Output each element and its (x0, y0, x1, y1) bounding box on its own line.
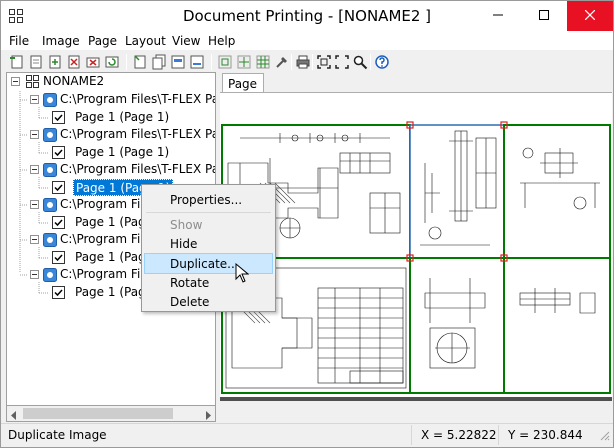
scroll-thumb[interactable] (23, 408, 173, 419)
image-file-icon (43, 128, 57, 142)
menu-item-properties[interactable]: Properties... (170, 193, 242, 207)
image-file-icon (43, 268, 57, 282)
menu-separator (146, 212, 271, 213)
status-divider (498, 425, 499, 445)
close-icon (584, 9, 596, 23)
status-message: Duplicate Image (8, 428, 107, 442)
tree-root-label[interactable]: NONAME2 (43, 74, 104, 92)
tree-horizontal-scrollbar[interactable] (6, 405, 216, 422)
checkbox-icon[interactable] (52, 251, 65, 264)
minimize-icon (493, 9, 503, 23)
status-x-coordinate: X = 5.22822 (421, 428, 497, 442)
menu-page[interactable]: Page (88, 34, 117, 48)
checkbox-icon[interactable] (52, 111, 65, 124)
checkbox-icon[interactable] (52, 181, 65, 194)
menu-help[interactable]: Help (208, 34, 235, 48)
tree-image-item[interactable]: C:\Program Files\T-FLEX Parar (60, 92, 215, 110)
menu-file[interactable]: File (9, 34, 29, 48)
minimize-button[interactable] (475, 1, 521, 31)
tree-page-item[interactable]: Page 1 (Page 1) (75, 110, 169, 128)
auto-layout-icon[interactable] (236, 54, 252, 70)
menu-view[interactable]: View (172, 34, 200, 48)
tree-image-item[interactable]: C:\Program Files\T-FLEX Parar (60, 127, 215, 145)
menu-image[interactable]: Image (42, 34, 80, 48)
add-page-icon[interactable] (28, 54, 44, 70)
cursor-icon (235, 262, 250, 286)
title-bar: Document Printing - [NONAME2 ] (1, 1, 613, 31)
sheet-region (409, 257, 505, 394)
toolbar-separator (312, 54, 313, 70)
document-icon (26, 75, 40, 89)
checkbox-icon[interactable] (52, 286, 65, 299)
tree-image-item[interactable]: C:\Program Files\T-FLEX Parar (60, 162, 215, 180)
image-file-icon (43, 233, 57, 247)
group-expander[interactable] (30, 200, 39, 209)
toolbar-separator (291, 54, 292, 70)
arrange-icon[interactable] (217, 54, 233, 70)
help-icon[interactable] (374, 54, 390, 70)
menu-item-show-disabled: Show (170, 218, 203, 232)
status-bar: Duplicate Image X = 5.22822 Y = 230.844 (1, 423, 613, 447)
root-expander[interactable] (11, 77, 20, 86)
delete-image-icon[interactable] (85, 54, 101, 70)
toolbar (1, 51, 613, 73)
checkbox-icon[interactable] (52, 146, 65, 159)
group-expander[interactable] (30, 130, 39, 139)
image-file-icon (43, 93, 57, 107)
zoom-icon[interactable] (352, 54, 368, 70)
sheet-region (503, 257, 611, 394)
insert-page-icon[interactable] (47, 54, 63, 70)
menu-item-duplicate[interactable]: Duplicate... (170, 257, 239, 271)
fit-page-icon[interactable] (334, 54, 350, 70)
layout-preview (220, 93, 612, 422)
fit-window-icon[interactable] (316, 54, 332, 70)
group-expander[interactable] (30, 235, 39, 244)
page-canvas[interactable] (220, 92, 612, 422)
refresh-icon[interactable] (104, 54, 120, 70)
add-image-icon[interactable] (9, 54, 25, 70)
image-file-icon (43, 198, 57, 212)
toolbar-separator (126, 54, 127, 70)
copy-sheet-icon[interactable] (151, 54, 167, 70)
scroll-left-icon[interactable] (10, 409, 18, 423)
toolbar-separator (211, 54, 212, 70)
toolbar-separator (370, 54, 371, 70)
scroll-right-icon[interactable] (204, 409, 212, 423)
grid-icon[interactable] (255, 54, 271, 70)
delete-page-icon[interactable] (66, 54, 82, 70)
group-expander[interactable] (30, 165, 39, 174)
main-window: Document Printing - [NONAME2 ] File Imag… (0, 0, 614, 448)
context-menu: Properties... Show Hide Duplicate... Rot… (141, 184, 276, 312)
menu-item-hide[interactable]: Hide (170, 237, 197, 251)
resize-grip-icon[interactable] (600, 430, 610, 444)
status-divider (411, 425, 412, 445)
maximize-icon (539, 9, 549, 23)
close-button[interactable] (567, 1, 613, 31)
group-expander[interactable] (30, 95, 39, 104)
menu-bar: File Image Page Layout View Help (1, 31, 613, 51)
sheet-region (503, 124, 611, 259)
new-sheet-icon[interactable] (132, 54, 148, 70)
status-y-coordinate: Y = 230.844 (508, 428, 583, 442)
settings-icon[interactable] (274, 54, 290, 70)
sheet-region (409, 124, 505, 259)
tab-page-1[interactable]: Page 1 (222, 73, 264, 105)
sheet-options-icon[interactable] (189, 54, 205, 70)
menu-layout[interactable]: Layout (125, 34, 166, 48)
image-file-icon (43, 163, 57, 177)
maximize-button[interactable] (521, 1, 567, 31)
checkbox-icon[interactable] (52, 216, 65, 229)
group-expander[interactable] (30, 270, 39, 279)
sheet-layout-icon[interactable] (170, 54, 186, 70)
tree-page-item[interactable]: Page 1 (Page 1) (75, 145, 169, 163)
menu-item-rotate[interactable]: Rotate (170, 276, 209, 290)
menu-item-delete[interactable]: Delete (170, 295, 209, 309)
print-icon[interactable] (295, 54, 311, 70)
